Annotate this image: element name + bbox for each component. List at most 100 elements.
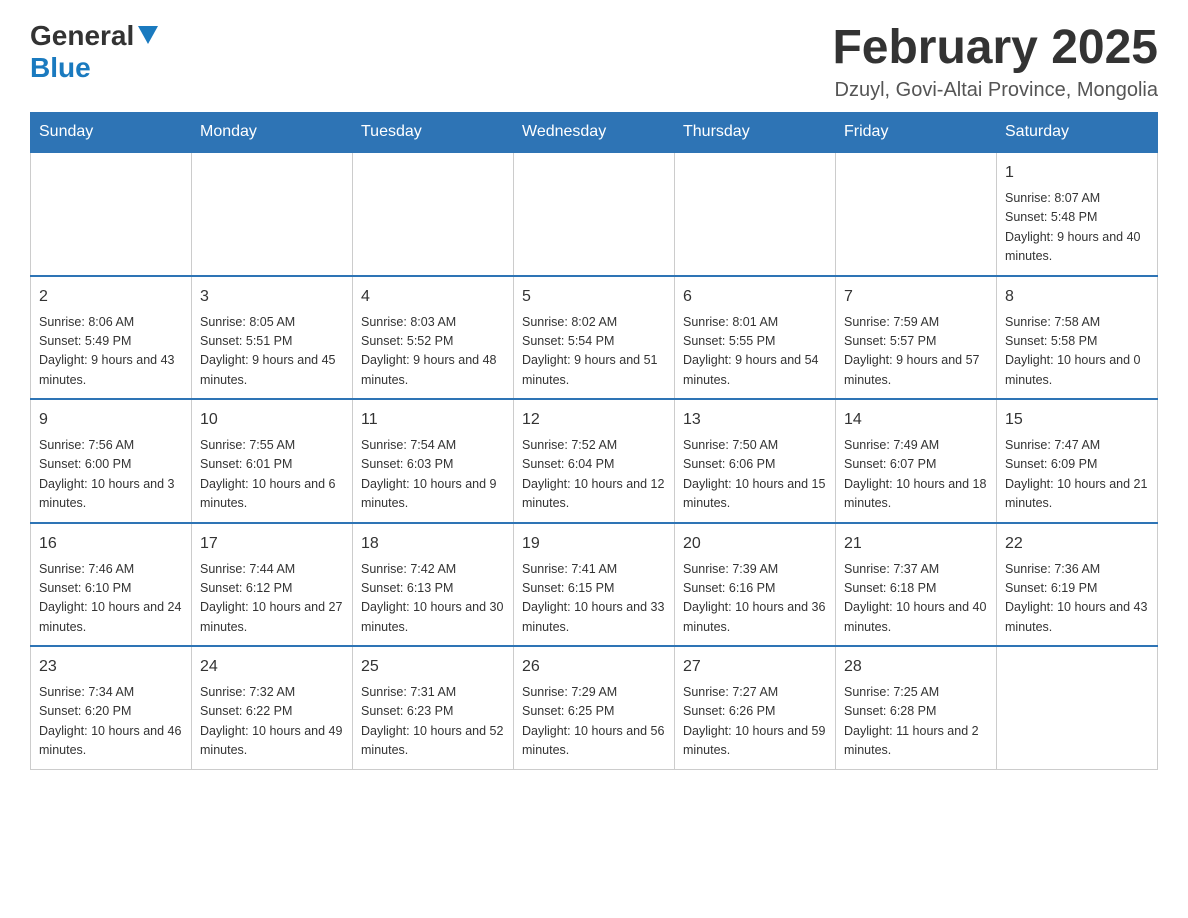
day-number: 27 bbox=[683, 655, 827, 679]
day-number: 23 bbox=[39, 655, 183, 679]
day-info: Sunrise: 7:46 AMSunset: 6:10 PMDaylight:… bbox=[39, 560, 183, 638]
calendar-cell: 6 Sunrise: 8:01 AMSunset: 5:55 PMDaylight… bbox=[675, 276, 836, 400]
day-info: Sunrise: 7:34 AMSunset: 6:20 PMDaylight:… bbox=[39, 683, 183, 761]
calendar-cell bbox=[192, 152, 353, 276]
calendar-cell: 17Sunrise: 7:44 AMSunset: 6:12 PMDayligh… bbox=[192, 523, 353, 647]
day-number: 20 bbox=[683, 532, 827, 556]
calendar-title: February 2025 bbox=[832, 20, 1158, 75]
weekday-header-thursday: Thursday bbox=[675, 113, 836, 153]
day-info: Sunrise: 7:55 AMSunset: 6:01 PMDaylight:… bbox=[200, 436, 344, 514]
day-number: 15 bbox=[1005, 408, 1149, 432]
calendar-cell: 5 Sunrise: 8:02 AMSunset: 5:54 PMDaylight… bbox=[514, 276, 675, 400]
calendar-week-row: 9 Sunrise: 7:56 AMSunset: 6:00 PMDaylight… bbox=[31, 399, 1158, 523]
calendar-cell: 7 Sunrise: 7:59 AMSunset: 5:57 PMDaylight… bbox=[836, 276, 997, 400]
day-number: 2 bbox=[39, 285, 183, 309]
day-info: Sunrise: 8:03 AMSunset: 5:52 PMDaylight:… bbox=[361, 313, 505, 391]
calendar-week-row: 2Sunrise: 8:06 AMSunset: 5:49 PMDaylight… bbox=[31, 276, 1158, 400]
calendar-cell: 19 Sunrise: 7:41 AMSunset: 6:15 PMDayligh… bbox=[514, 523, 675, 647]
day-number: 14 bbox=[844, 408, 988, 432]
weekday-header-tuesday: Tuesday bbox=[353, 113, 514, 153]
day-number: 24 bbox=[200, 655, 344, 679]
day-info: Sunrise: 7:36 AMSunset: 6:19 PMDaylight:… bbox=[1005, 560, 1149, 638]
day-info: Sunrise: 7:41 AMSunset: 6:15 PMDaylight:… bbox=[522, 560, 666, 638]
day-info: Sunrise: 7:50 AMSunset: 6:06 PMDaylight:… bbox=[683, 436, 827, 514]
calendar-cell: 18Sunrise: 7:42 AMSunset: 6:13 PMDayligh… bbox=[353, 523, 514, 647]
logo-triangle-icon bbox=[138, 26, 158, 44]
calendar-cell: 28Sunrise: 7:25 AMSunset: 6:28 PMDayligh… bbox=[836, 646, 997, 769]
day-info: Sunrise: 8:02 AMSunset: 5:54 PMDaylight:… bbox=[522, 313, 666, 391]
day-number: 21 bbox=[844, 532, 988, 556]
day-info: Sunrise: 7:44 AMSunset: 6:12 PMDaylight:… bbox=[200, 560, 344, 638]
calendar-cell: 8Sunrise: 7:58 AMSunset: 5:58 PMDaylight… bbox=[997, 276, 1158, 400]
day-info: Sunrise: 7:49 AMSunset: 6:07 PMDaylight:… bbox=[844, 436, 988, 514]
logo-blue-text: Blue bbox=[30, 52, 91, 83]
day-number: 19 bbox=[522, 532, 666, 556]
calendar-cell bbox=[31, 152, 192, 276]
day-number: 5 bbox=[522, 285, 666, 309]
day-number: 13 bbox=[683, 408, 827, 432]
day-info: Sunrise: 7:32 AMSunset: 6:22 PMDaylight:… bbox=[200, 683, 344, 761]
day-info: Sunrise: 7:58 AMSunset: 5:58 PMDaylight:… bbox=[1005, 313, 1149, 391]
calendar-cell bbox=[675, 152, 836, 276]
calendar-cell: 20Sunrise: 7:39 AMSunset: 6:16 PMDayligh… bbox=[675, 523, 836, 647]
weekday-header-saturday: Saturday bbox=[997, 113, 1158, 153]
calendar-cell: 2Sunrise: 8:06 AMSunset: 5:49 PMDaylight… bbox=[31, 276, 192, 400]
day-info: Sunrise: 8:05 AMSunset: 5:51 PMDaylight:… bbox=[200, 313, 344, 391]
title-section: February 2025 Dzuyl, Govi-Altai Province… bbox=[832, 20, 1158, 102]
day-number: 4 bbox=[361, 285, 505, 309]
day-info: Sunrise: 7:31 AMSunset: 6:23 PMDaylight:… bbox=[361, 683, 505, 761]
weekday-header-friday: Friday bbox=[836, 113, 997, 153]
logo-general-text: General bbox=[30, 20, 134, 52]
day-info: Sunrise: 7:37 AMSunset: 6:18 PMDaylight:… bbox=[844, 560, 988, 638]
day-info: Sunrise: 7:47 AMSunset: 6:09 PMDaylight:… bbox=[1005, 436, 1149, 514]
calendar-week-row: 1 Sunrise: 8:07 AMSunset: 5:48 PMDaylight… bbox=[31, 152, 1158, 276]
calendar-cell: 27 Sunrise: 7:27 AMSunset: 6:26 PMDayligh… bbox=[675, 646, 836, 769]
calendar-cell: 14 Sunrise: 7:49 AMSunset: 6:07 PMDayligh… bbox=[836, 399, 997, 523]
day-number: 16 bbox=[39, 532, 183, 556]
calendar-cell: 1 Sunrise: 8:07 AMSunset: 5:48 PMDaylight… bbox=[997, 152, 1158, 276]
day-info: Sunrise: 7:27 AMSunset: 6:26 PMDaylight:… bbox=[683, 683, 827, 761]
calendar-cell: 3 Sunrise: 8:05 AMSunset: 5:51 PMDaylight… bbox=[192, 276, 353, 400]
day-number: 1 bbox=[1005, 161, 1149, 185]
day-info: Sunrise: 8:01 AMSunset: 5:55 PMDaylight:… bbox=[683, 313, 827, 391]
calendar-cell: 11Sunrise: 7:54 AMSunset: 6:03 PMDayligh… bbox=[353, 399, 514, 523]
calendar-week-row: 23 Sunrise: 7:34 AMSunset: 6:20 PMDayligh… bbox=[31, 646, 1158, 769]
calendar-cell: 24 Sunrise: 7:32 AMSunset: 6:22 PMDayligh… bbox=[192, 646, 353, 769]
day-info: Sunrise: 7:52 AMSunset: 6:04 PMDaylight:… bbox=[522, 436, 666, 514]
calendar-cell: 10 Sunrise: 7:55 AMSunset: 6:01 PMDayligh… bbox=[192, 399, 353, 523]
day-number: 9 bbox=[39, 408, 183, 432]
day-info: Sunrise: 7:42 AMSunset: 6:13 PMDaylight:… bbox=[361, 560, 505, 638]
calendar-cell: 26 Sunrise: 7:29 AMSunset: 6:25 PMDayligh… bbox=[514, 646, 675, 769]
page-header: General Blue February 2025 Dzuyl, Govi-A… bbox=[30, 20, 1158, 102]
day-info: Sunrise: 7:29 AMSunset: 6:25 PMDaylight:… bbox=[522, 683, 666, 761]
calendar-subtitle: Dzuyl, Govi-Altai Province, Mongolia bbox=[832, 79, 1158, 102]
day-number: 11 bbox=[361, 408, 505, 432]
calendar-cell: 16 Sunrise: 7:46 AMSunset: 6:10 PMDayligh… bbox=[31, 523, 192, 647]
calendar-cell: 22 Sunrise: 7:36 AMSunset: 6:19 PMDayligh… bbox=[997, 523, 1158, 647]
calendar-cell: 13 Sunrise: 7:50 AMSunset: 6:06 PMDayligh… bbox=[675, 399, 836, 523]
calendar-cell: 15 Sunrise: 7:47 AMSunset: 6:09 PMDayligh… bbox=[997, 399, 1158, 523]
day-number: 12 bbox=[522, 408, 666, 432]
day-number: 22 bbox=[1005, 532, 1149, 556]
calendar-cell bbox=[997, 646, 1158, 769]
day-info: Sunrise: 7:25 AMSunset: 6:28 PMDaylight:… bbox=[844, 683, 988, 761]
day-number: 7 bbox=[844, 285, 988, 309]
calendar-cell: 25Sunrise: 7:31 AMSunset: 6:23 PMDayligh… bbox=[353, 646, 514, 769]
day-number: 3 bbox=[200, 285, 344, 309]
calendar-week-row: 16 Sunrise: 7:46 AMSunset: 6:10 PMDayligh… bbox=[31, 523, 1158, 647]
calendar-cell bbox=[836, 152, 997, 276]
calendar-table: SundayMondayTuesdayWednesdayThursdayFrid… bbox=[30, 112, 1158, 770]
day-info: Sunrise: 8:07 AMSunset: 5:48 PMDaylight:… bbox=[1005, 189, 1149, 267]
day-info: Sunrise: 7:59 AMSunset: 5:57 PMDaylight:… bbox=[844, 313, 988, 391]
day-number: 6 bbox=[683, 285, 827, 309]
weekday-header-wednesday: Wednesday bbox=[514, 113, 675, 153]
day-number: 10 bbox=[200, 408, 344, 432]
calendar-cell: 4 Sunrise: 8:03 AMSunset: 5:52 PMDaylight… bbox=[353, 276, 514, 400]
calendar-cell: 12 Sunrise: 7:52 AMSunset: 6:04 PMDayligh… bbox=[514, 399, 675, 523]
day-number: 26 bbox=[522, 655, 666, 679]
calendar-cell: 23 Sunrise: 7:34 AMSunset: 6:20 PMDayligh… bbox=[31, 646, 192, 769]
day-info: Sunrise: 7:56 AMSunset: 6:00 PMDaylight:… bbox=[39, 436, 183, 514]
calendar-cell: 9 Sunrise: 7:56 AMSunset: 6:00 PMDaylight… bbox=[31, 399, 192, 523]
calendar-cell bbox=[353, 152, 514, 276]
weekday-header-sunday: Sunday bbox=[31, 113, 192, 153]
